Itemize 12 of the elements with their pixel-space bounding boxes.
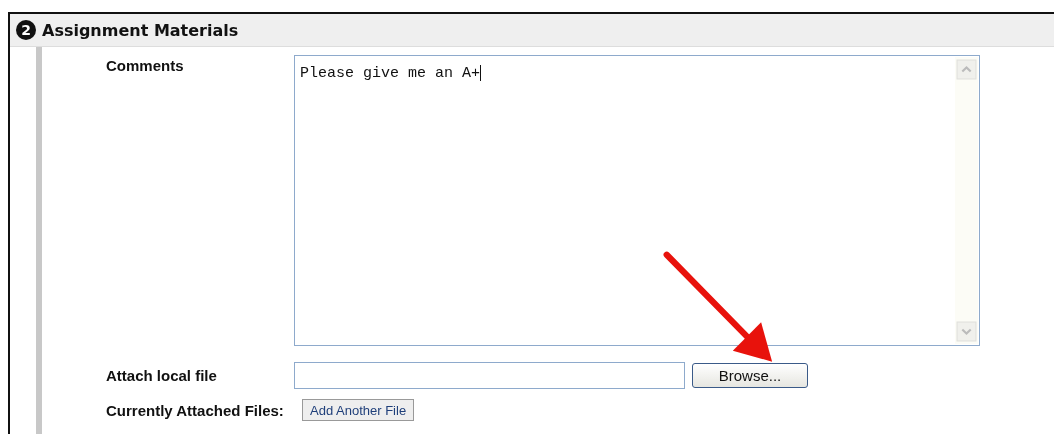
section-title: Assignment Materials (42, 20, 239, 40)
step-number: 2 (16, 20, 36, 40)
comments-label: Comments (105, 56, 185, 74)
comments-field[interactable]: Please give me an A+ (294, 55, 980, 346)
scrollbar[interactable] (955, 57, 978, 344)
browse-button[interactable]: Browse... (692, 363, 808, 388)
attach-label: Attach local file (105, 367, 218, 384)
file-path-field[interactable] (294, 362, 685, 389)
scroll-down-icon[interactable] (956, 321, 977, 342)
scroll-up-icon[interactable] (956, 59, 977, 80)
add-file-button[interactable]: Add Another File (302, 399, 415, 421)
attached-files-label: Currently Attached Files: (105, 401, 285, 419)
